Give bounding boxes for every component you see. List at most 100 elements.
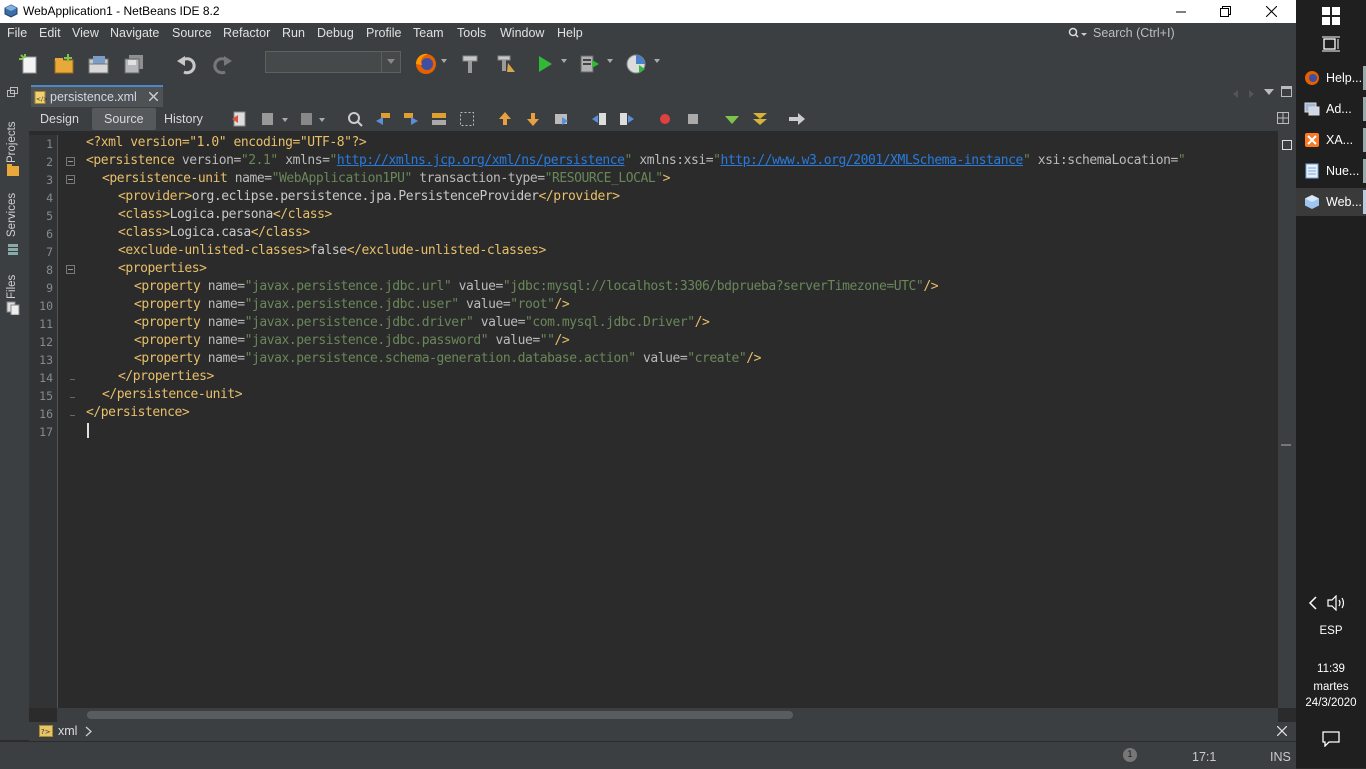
clock-day[interactable]: martes: [1296, 681, 1366, 693]
shift-left-button[interactable]: [590, 110, 608, 128]
show-hidden-icons-chevron[interactable]: [1308, 596, 1318, 610]
forward-button[interactable]: [297, 110, 315, 128]
menu-source[interactable]: Source: [172, 26, 212, 40]
browser-dropdown-arrow[interactable]: [441, 59, 447, 63]
taskbar-app-notepad[interactable]: Nue...: [1296, 157, 1366, 185]
next-bookmark-button[interactable]: [524, 110, 542, 128]
line-number: 4: [46, 191, 53, 205]
action-center-icon[interactable]: [1322, 731, 1340, 747]
menu-team[interactable]: Team: [413, 26, 444, 40]
clock-time[interactable]: 11:39: [1296, 663, 1366, 675]
scroll-tabs-right-icon[interactable]: [1247, 90, 1255, 98]
main-toolbar: [0, 45, 1296, 83]
search-box[interactable]: Search (Ctrl+I): [1066, 25, 1291, 43]
browser-button[interactable]: [414, 52, 438, 76]
fold-toggle[interactable]: [66, 157, 75, 166]
back-dropdown-arrow[interactable]: [282, 118, 288, 122]
save-all-button[interactable]: [122, 52, 146, 76]
design-mode-tab[interactable]: Design: [32, 108, 87, 130]
find-selection-button[interactable]: [346, 110, 364, 128]
validate-xml-button[interactable]: [723, 110, 741, 128]
notifications-badge[interactable]: 1: [1123, 748, 1137, 762]
debug-dropdown-arrow[interactable]: [607, 59, 613, 63]
insert-mode-indicator[interactable]: INS: [1270, 750, 1291, 764]
line-number: 11: [39, 317, 53, 331]
caret-position-mark: [1281, 444, 1291, 446]
close-tab-icon[interactable]: [149, 92, 158, 101]
toggle-bookmark-icon: [555, 114, 568, 125]
horizontal-scrollbar[interactable]: [57, 708, 1278, 722]
volume-icon[interactable]: [1327, 595, 1347, 611]
task-view-icon[interactable]: [1322, 36, 1340, 52]
menu-profile[interactable]: Profile: [366, 26, 401, 40]
toggle-bookmark-button[interactable]: [552, 110, 570, 128]
menu-edit[interactable]: Edit: [39, 26, 61, 40]
taskbar-app-admin[interactable]: Ad...: [1296, 95, 1366, 123]
redo-button[interactable]: [210, 52, 234, 76]
configuration-combobox[interactable]: [265, 51, 401, 73]
menu-window[interactable]: Window: [500, 26, 544, 40]
menu-view[interactable]: View: [72, 26, 99, 40]
history-mode-tab[interactable]: History: [156, 108, 211, 130]
services-tab[interactable]: Services: [2, 189, 26, 259]
run-button[interactable]: [533, 52, 557, 76]
forward-dropdown-arrow[interactable]: [319, 118, 325, 122]
restore-button[interactable]: [1202, 0, 1248, 23]
toggle-highlight-button[interactable]: [430, 110, 448, 128]
fold-toggle[interactable]: [66, 175, 75, 184]
taskbar-app-netbeans[interactable]: Web...: [1296, 188, 1366, 216]
new-project-button[interactable]: [52, 52, 76, 76]
menu-file[interactable]: File: [7, 26, 27, 40]
menu-navigate[interactable]: Navigate: [110, 26, 159, 40]
close-breadcrumb-icon[interactable]: [1277, 726, 1287, 736]
menu-tools[interactable]: Tools: [457, 26, 486, 40]
check-xml-button[interactable]: [751, 110, 769, 128]
back-button[interactable]: [260, 110, 278, 128]
menu-debug[interactable]: Debug: [317, 26, 354, 40]
projects-tab[interactable]: Projects: [2, 113, 26, 179]
clean-build-button[interactable]: [494, 52, 518, 76]
open-project-button[interactable]: [87, 52, 111, 76]
maximize-window-icon[interactable]: [1281, 86, 1292, 97]
minimize-button[interactable]: [1158, 0, 1204, 23]
close-window-button[interactable]: [1248, 0, 1294, 23]
shift-right-button[interactable]: [618, 110, 636, 128]
debug-button[interactable]: [578, 52, 602, 76]
show-opened-documents-icon[interactable]: [1264, 89, 1274, 97]
code-editor[interactable]: <?xml version="1.0" encoding="UTF-8"?> <…: [82, 135, 1278, 708]
taskbar-app-xampp[interactable]: XA...: [1296, 126, 1366, 154]
input-language[interactable]: ESP: [1296, 625, 1366, 637]
toggle-rectangular-selection-button[interactable]: [458, 110, 476, 128]
scrollbar-thumb[interactable]: [87, 711, 793, 719]
fold-toggle[interactable]: [66, 265, 75, 274]
split-editor-icon[interactable]: [1277, 112, 1289, 124]
restore-window-group-icon[interactable]: [7, 87, 19, 97]
undo-button[interactable]: [175, 52, 199, 76]
combobox-arrow[interactable]: [381, 52, 400, 72]
start-macro-recording-button[interactable]: [656, 110, 674, 128]
tab-persistence-xml[interactable]: </> persistence.xml: [31, 85, 163, 107]
windows-start-icon[interactable]: [1322, 7, 1340, 25]
find-previous-button[interactable]: [374, 110, 392, 128]
profile-button[interactable]: [624, 52, 648, 76]
profile-dropdown-arrow[interactable]: [654, 59, 660, 63]
menu-refactor[interactable]: Refactor: [223, 26, 270, 40]
menu-run[interactable]: Run: [282, 26, 305, 40]
last-edit-button[interactable]: [231, 110, 249, 128]
xsl-transformation-button[interactable]: [788, 110, 806, 128]
stop-macro-recording-button[interactable]: [684, 110, 702, 128]
code-line-12: <property name="javax.persistence.jdbc.p…: [134, 333, 570, 348]
menu-help[interactable]: Help: [557, 26, 583, 40]
previous-bookmark-button[interactable]: [496, 110, 514, 128]
clock-date[interactable]: 24/3/2020: [1296, 697, 1366, 709]
run-dropdown-arrow[interactable]: [561, 59, 567, 63]
files-tab[interactable]: Files: [2, 269, 26, 319]
build-button[interactable]: [458, 52, 482, 76]
breadcrumb-item[interactable]: xml: [58, 724, 77, 738]
source-mode-tab[interactable]: Source: [92, 108, 156, 130]
find-next-button[interactable]: [402, 110, 420, 128]
line-number: 3: [46, 173, 53, 187]
new-file-button[interactable]: [17, 52, 41, 76]
taskbar-app-firefox[interactable]: Help...: [1296, 64, 1366, 92]
scroll-tabs-left-icon[interactable]: [1232, 90, 1240, 98]
